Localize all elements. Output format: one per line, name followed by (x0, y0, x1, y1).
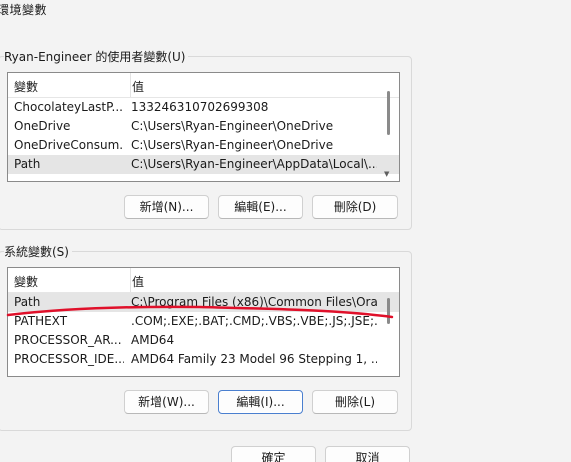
system-var-row-path[interactable]: Path C:\Program Files (x86)\Common Files… (8, 293, 399, 312)
column-header-value[interactable]: 值 (132, 273, 144, 290)
user-var-row-path[interactable]: Path C:\Users\Ryan-Engineer\AppData\Loca… (8, 155, 399, 174)
var-value: C:\Users\Ryan-Engineer\OneDrive (131, 138, 334, 152)
var-value: 133246310702699308 (131, 100, 269, 114)
user-delete-button[interactable]: 刪除(D) (312, 195, 398, 219)
scroll-down-arrow-icon[interactable]: ▼ (384, 171, 389, 178)
system-var-row-pathext[interactable]: PATHEXT .COM;.EXE;.BAT;.CMD;.VBS;.VBE;.J… (8, 312, 399, 331)
user-var-row-onedrive[interactable]: OneDrive C:\Users\Ryan-Engineer\OneDrive (8, 117, 399, 136)
var-name: ChocolateyLastP... (14, 100, 123, 114)
var-name: Path (14, 157, 41, 171)
user-variables-list-header: 變數 值 (8, 73, 399, 98)
var-value: C:\Users\Ryan-Engineer\OneDrive (131, 119, 334, 133)
system-variables-label: 系統變數(S) (4, 243, 72, 260)
system-variables-list-header: 變數 值 (8, 268, 399, 293)
var-name: Path (14, 295, 41, 309)
var-value: C:\Users\Ryan-Engineer\AppData\Local\... (131, 157, 377, 171)
user-var-row-onedrive-consumer[interactable]: OneDriveConsum... C:\Users\Ryan-Engineer… (8, 136, 399, 155)
system-delete-button[interactable]: 刪除(L) (312, 390, 398, 414)
cancel-button[interactable]: 取消 (325, 446, 410, 462)
system-new-button[interactable]: 新增(W)... (124, 390, 209, 414)
column-header-variable[interactable]: 變數 (14, 78, 38, 95)
system-var-row-processor-arch[interactable]: PROCESSOR_AR... AMD64 (8, 331, 399, 350)
user-variables-list[interactable]: 變數 值 ChocolateyLastP... 1332463107026993… (7, 72, 400, 182)
var-name: PATHEXT (14, 314, 68, 328)
column-separator[interactable] (130, 268, 131, 292)
system-list-scrollbar-thumb[interactable] (387, 298, 390, 324)
user-list-scrollbar-thumb[interactable] (387, 91, 390, 135)
var-name: OneDrive (14, 119, 71, 133)
var-name: PROCESSOR_IDE... (14, 352, 124, 366)
system-variables-list[interactable]: 變數 值 Path C:\Program Files (x86)\Common … (7, 267, 400, 377)
var-value: .COM;.EXE;.BAT;.CMD;.VBS;.VBE;.JS;.JSE;.… (131, 314, 377, 328)
column-header-value[interactable]: 值 (132, 78, 144, 95)
var-name: PROCESSOR_AR... (14, 333, 122, 347)
var-name: OneDriveConsum... (14, 138, 124, 152)
dialog-title: 環境變數 (0, 3, 48, 17)
user-variables-label: Ryan-Engineer 的使用者變數(U) (4, 48, 189, 65)
user-new-button[interactable]: 新增(N)... (124, 195, 209, 219)
system-var-row-processor-id[interactable]: PROCESSOR_IDE... AMD64 Family 23 Model 9… (8, 350, 399, 369)
var-value: AMD64 Family 23 Model 96 Stepping 1, ... (131, 352, 377, 366)
column-separator[interactable] (130, 73, 131, 97)
var-value: AMD64 (131, 333, 175, 347)
ok-button[interactable]: 確定 (231, 446, 316, 462)
var-value: C:\Program Files (x86)\Common Files\Ora.… (131, 295, 377, 309)
user-edit-button[interactable]: 編輯(E)... (218, 195, 303, 219)
column-header-variable[interactable]: 變數 (14, 273, 38, 290)
environment-variables-dialog: 環境變數 Ryan-Engineer 的使用者變數(U) 變數 值 Chocol… (0, 0, 571, 462)
system-edit-button[interactable]: 編輯(I)... (218, 390, 303, 414)
user-var-row-chocolatey[interactable]: ChocolateyLastP... 133246310702699308 (8, 98, 399, 117)
